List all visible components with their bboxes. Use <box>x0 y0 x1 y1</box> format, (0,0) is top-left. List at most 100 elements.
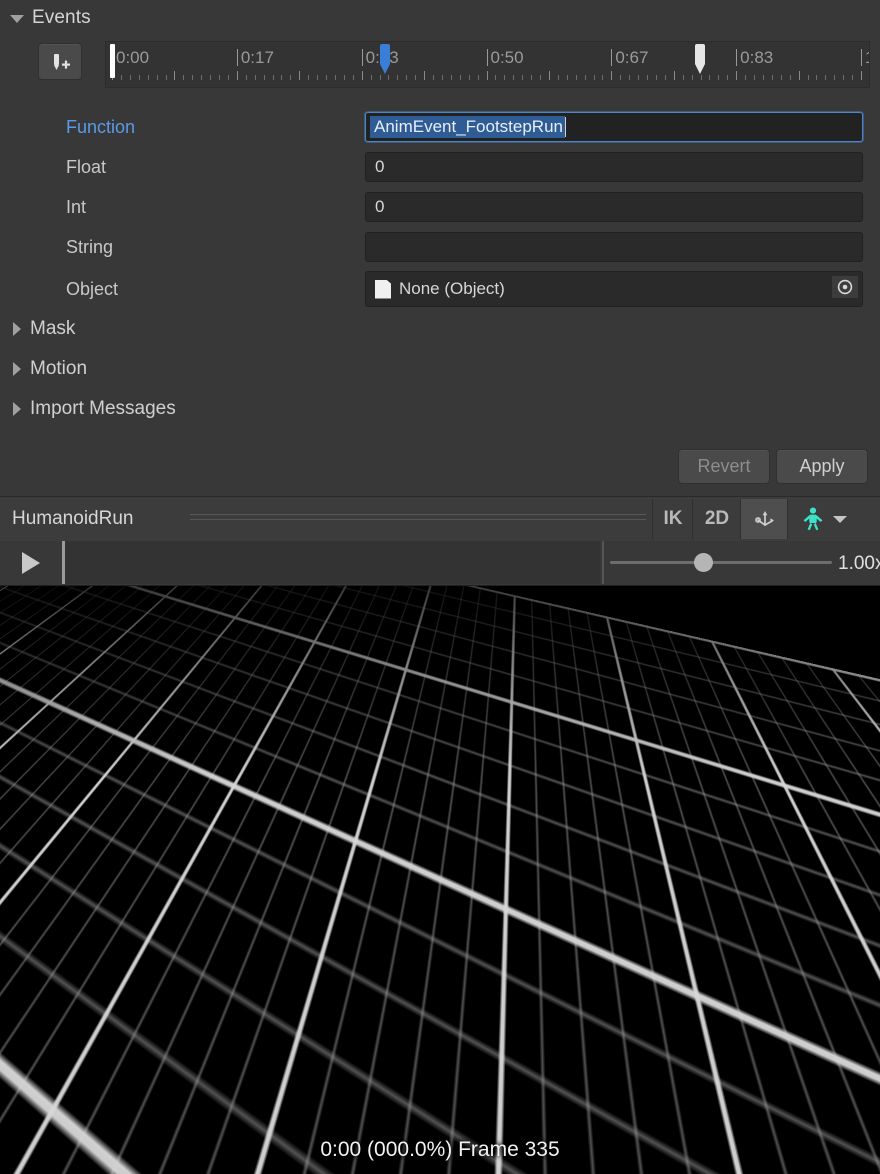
ruler-minor-tick <box>754 75 755 80</box>
unity-animation-import-inspector: Events 0:000:170:330:500:670:831:00 Func… <box>0 0 880 1174</box>
ruler-minor-tick <box>263 75 265 80</box>
add-event-button[interactable] <box>38 43 82 80</box>
ruler-minor-tick <box>299 71 301 80</box>
int-field[interactable]: 0 <box>365 192 863 222</box>
property-row-int: Int 0 <box>0 190 880 224</box>
ruler-minor-tick <box>379 75 381 80</box>
ruler-minor-tick <box>638 75 640 80</box>
ruler-minor-tick <box>852 75 854 80</box>
triangle-down-icon <box>10 15 24 23</box>
document-icon <box>375 279 391 299</box>
pivot-axis-icon <box>754 511 774 526</box>
2d-toggle-button[interactable]: 2D <box>692 499 741 539</box>
ruler-tick-label-5: 0:83 <box>740 48 774 67</box>
ruler-minor-tick <box>575 75 577 80</box>
ruler-minor-tick <box>138 75 140 80</box>
playback-speed-knob[interactable] <box>694 553 714 572</box>
ruler-minor-tick <box>709 75 711 80</box>
object-picker-button[interactable] <box>831 275 859 299</box>
property-row-function: Function AnimEvent_FootstepRun <box>0 110 880 144</box>
ruler-minor-tick <box>531 75 533 80</box>
playback-bar: 1.00x <box>0 541 880 586</box>
event-marker-0-selected[interactable] <box>380 44 391 74</box>
event-timeline-row: 0:000:170:330:500:670:831:00 <box>0 40 880 88</box>
ruler-minor-tick <box>861 71 862 80</box>
toolbar-drag-handle[interactable] <box>190 514 646 522</box>
ruler-minor-tick <box>165 75 167 80</box>
ruler-major-tick <box>361 49 363 66</box>
revert-button[interactable]: Revert <box>678 449 770 484</box>
2d-button-label: 2D <box>704 508 730 529</box>
ruler-minor-tick <box>584 75 586 80</box>
ruler-minor-tick <box>334 75 336 80</box>
ruler-minor-tick <box>771 75 773 80</box>
apply-button[interactable]: Apply <box>776 449 868 484</box>
event-marker-1[interactable] <box>694 44 705 74</box>
pivot-toggle-button[interactable] <box>740 499 788 539</box>
play-button[interactable] <box>0 541 57 584</box>
property-label-object: Object <box>66 278 119 299</box>
ruler-tick-label-1: 0:17 <box>240 48 274 67</box>
ruler-minor-tick <box>620 75 622 80</box>
ruler-minor-tick <box>120 75 122 80</box>
clip-name-label: HumanoidRun <box>12 508 134 529</box>
event-timeline-ruler[interactable]: 0:000:170:330:500:670:831:00 <box>105 41 870 88</box>
foldout-label-motion: Motion <box>30 358 88 379</box>
ik-button-label: IK <box>663 508 683 529</box>
ruler-minor-tick <box>281 75 283 80</box>
ruler-minor-tick <box>548 71 550 80</box>
ruler-minor-tick <box>495 75 497 80</box>
ruler-minor-tick <box>174 71 176 80</box>
toolbar-divider <box>602 541 604 584</box>
ruler-minor-tick <box>673 71 675 80</box>
ruler-minor-tick <box>629 75 631 80</box>
events-foldout-header[interactable]: Events <box>10 5 91 31</box>
animation-preview-viewport[interactable]: 0:00 (000.0%) Frame 335 <box>0 586 880 1174</box>
function-field[interactable]: AnimEvent_FootstepRun <box>365 112 863 142</box>
ruler-minor-tick <box>227 75 229 80</box>
playback-speed-slider[interactable] <box>610 553 832 572</box>
playback-scrub-track[interactable] <box>65 541 600 584</box>
avatar-selector-button[interactable] <box>787 499 858 539</box>
ruler-minor-tick <box>343 75 345 80</box>
ruler-minor-tick <box>513 75 515 80</box>
ruler-minor-tick <box>727 75 729 80</box>
ruler-minor-tick <box>807 75 809 80</box>
ruler-major-tick <box>861 49 862 66</box>
ruler-minor-tick <box>834 75 836 80</box>
grid-plane <box>0 586 880 1174</box>
playback-speed-label: 1.00x <box>838 553 880 574</box>
property-label-function: Function <box>66 116 136 137</box>
target-circle-icon <box>837 279 853 295</box>
ruler-minor-tick <box>789 75 791 80</box>
ruler-minor-tick <box>129 75 131 80</box>
string-field[interactable] <box>365 232 863 262</box>
timeline-playhead[interactable] <box>110 44 115 78</box>
foldout-mask[interactable]: Mask <box>13 315 75 343</box>
ruler-minor-tick <box>557 75 559 80</box>
ruler-minor-tick <box>192 75 194 80</box>
inspector-panel: Events 0:000:170:330:500:670:831:00 Func… <box>0 0 880 495</box>
object-field[interactable]: None (Object) <box>365 271 863 307</box>
ruler-major-tick <box>236 49 238 66</box>
foldout-label-import-messages: Import Messages <box>30 398 176 419</box>
float-field[interactable]: 0 <box>365 152 863 182</box>
foldout-motion[interactable]: Motion <box>13 355 87 383</box>
float-field-value: 0 <box>375 157 385 176</box>
property-row-string: String <box>0 230 880 264</box>
ruler-minor-tick <box>415 75 417 80</box>
foldout-import-messages[interactable]: Import Messages <box>13 395 176 423</box>
ruler-minor-tick <box>691 75 693 80</box>
ruler-minor-tick <box>219 75 220 80</box>
ruler-minor-tick <box>522 75 524 80</box>
ruler-minor-tick <box>352 75 354 80</box>
ik-toggle-button[interactable]: IK <box>652 499 693 539</box>
ruler-minor-tick <box>647 75 648 80</box>
ruler-tick-label-4: 0:67 <box>615 48 649 67</box>
ruler-minor-tick <box>147 75 149 80</box>
chevron-down-icon <box>832 515 847 523</box>
ruler-minor-tick <box>602 75 604 80</box>
ruler-tick-label-3: 0:50 <box>490 48 524 67</box>
ruler-minor-tick <box>593 75 595 80</box>
ruler-minor-tick <box>718 75 720 80</box>
